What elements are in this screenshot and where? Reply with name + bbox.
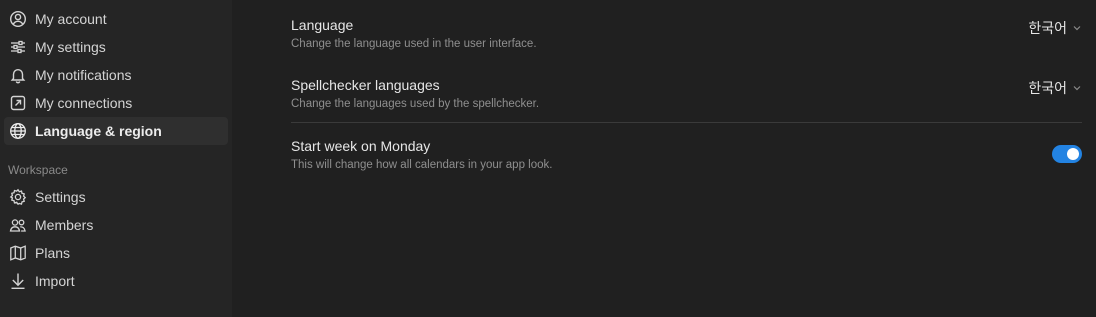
start-week-setting-description: This will change how all calendars in yo… [291,159,553,171]
spellchecker-dropdown[interactable]: 한국어 [1028,78,1082,98]
sidebar-item-label: Settings [35,189,86,205]
gear-icon [9,188,27,206]
globe-icon [9,122,27,140]
sidebar-item-label: Members [35,217,94,233]
sidebar-item-label: My account [35,11,107,27]
sidebar-item-my-settings[interactable]: My settings [4,33,228,61]
sidebar-item-label: Plans [35,245,71,261]
sidebar-item-my-notifications[interactable]: My notifications [4,61,228,89]
settings-panel: Language Change the language used in the… [232,0,1096,317]
sidebar-item-members[interactable]: Members [4,211,228,239]
chevron-down-icon [1072,23,1082,33]
sidebar-item-my-account[interactable]: My account [4,5,228,33]
start-week-setting: Start week on Monday This will change ho… [291,137,1082,173]
chevron-down-icon [1072,83,1082,93]
workspace-section-label: Workspace [8,163,68,177]
sidebar-item-language-region[interactable]: Language & region [4,117,228,145]
sidebar-item-label: My connections [35,95,133,111]
sidebar-item-label: My settings [35,39,106,55]
language-setting-title: Language [291,17,354,33]
sidebar-item-label: Language & region [35,123,162,139]
sliders-icon [9,38,27,56]
section-divider [291,122,1082,123]
language-setting-description: Change the language used in the user int… [291,38,537,50]
sidebar-item-plans[interactable]: Plans [4,239,228,267]
sidebar-item-import[interactable]: Import [4,267,228,295]
external-arrow-icon [9,94,27,112]
spellchecker-setting-description: Change the languages used by the spellch… [291,98,540,110]
sidebar-item-label: My notifications [35,67,132,83]
sidebar-item-label: Import [35,273,75,289]
spellchecker-setting: Spellchecker languages Change the langua… [291,76,1082,112]
sidebar-item-my-connections[interactable]: My connections [4,89,228,117]
language-dropdown[interactable]: 한국어 [1028,18,1082,38]
people-icon [9,216,27,234]
bell-icon [9,66,27,84]
account-circle-icon [9,10,27,28]
sidebar: My account My settings My notifications … [0,0,232,317]
toggle-knob [1067,148,1079,160]
start-week-toggle[interactable] [1052,145,1082,163]
language-dropdown-value: 한국어 [1028,20,1067,36]
start-week-setting-title: Start week on Monday [291,138,431,154]
download-arrow-icon [9,272,27,290]
spellchecker-setting-title: Spellchecker languages [291,77,440,93]
language-setting: Language Change the language used in the… [291,16,1082,52]
map-icon [9,244,27,262]
sidebar-item-settings[interactable]: Settings [4,183,228,211]
settings-window: My account My settings My notifications … [0,0,1096,317]
spellchecker-dropdown-value: 한국어 [1028,80,1067,96]
